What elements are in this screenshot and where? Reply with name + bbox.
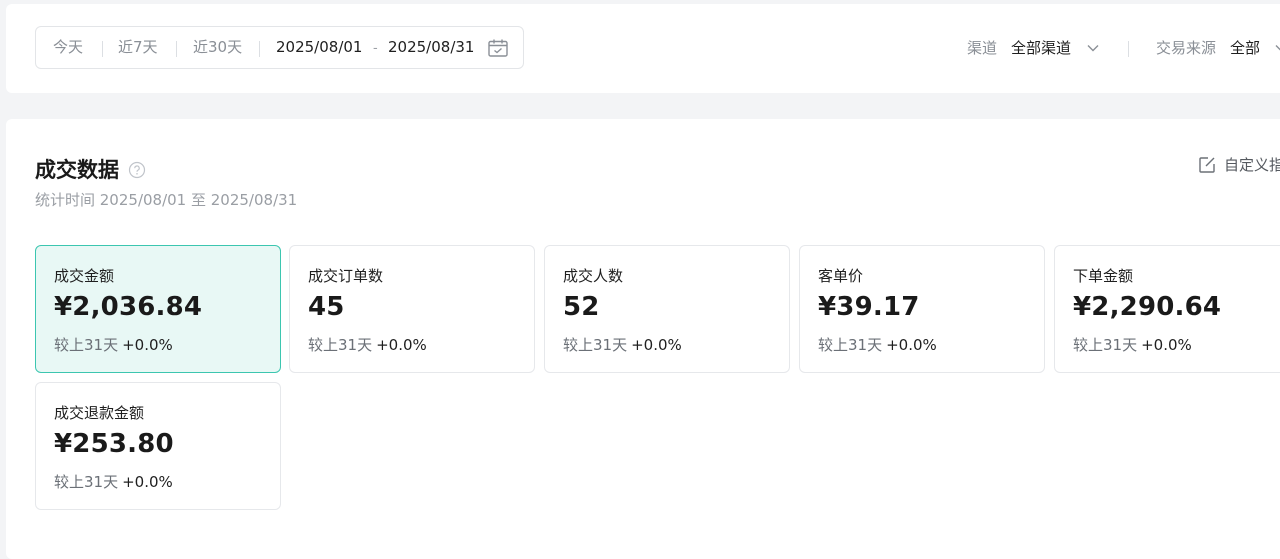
compare-delta: +0.0% [1141,336,1192,354]
metric-value: 52 [563,292,600,322]
source-label: 交易来源 [1156,39,1217,57]
metric-value: ¥39.17 [818,292,920,322]
stat-period: 统计时间 2025/08/01 至 2025/08/31 [35,191,298,209]
divider [176,41,177,57]
quick-range-today[interactable]: 今天 [53,27,83,68]
metric-compare: 较上31天 +0.0% [818,335,937,355]
metric-value: ¥253.80 [54,429,174,459]
metric-label: 客单价 [818,267,864,285]
compare-delta: +0.0% [886,336,937,354]
compare-prefix: 较上31天 [54,336,119,354]
source-select[interactable]: 全部 [1230,30,1260,66]
divider [259,41,260,57]
question-circle-icon[interactable] [128,161,146,179]
compare-prefix: 较上31天 [308,336,373,354]
metric-card-avg-order-value[interactable]: 客单价 ¥39.17 较上31天 +0.0% [799,245,1045,373]
date-range-picker[interactable]: 今天 近7天 近30天 2025/08/01 - 2025/08/31 [35,26,524,69]
compare-delta: +0.0% [122,473,173,491]
custom-metrics-label: 自定义指标 [1224,156,1280,174]
metric-value: ¥2,036.84 [54,292,203,322]
filter-bar: 今天 近7天 近30天 2025/08/01 - 2025/08/31 渠道 全… [6,4,1280,93]
metric-label: 成交退款金额 [54,404,145,422]
end-date-input[interactable]: 2025/08/31 [388,27,474,68]
start-date-input[interactable]: 2025/08/01 [276,27,362,68]
metric-compare: 较上31天 +0.0% [54,472,173,492]
date-separator: - [373,41,378,56]
metric-label: 成交订单数 [308,267,384,285]
metric-compare: 较上31天 +0.0% [563,335,682,355]
compare-delta: +0.0% [631,336,682,354]
quick-range-7-days[interactable]: 近7天 [118,27,158,68]
section-title: 成交数据 [35,158,119,182]
metric-label: 成交人数 [563,267,624,285]
channel-select[interactable]: 全部渠道 [1011,30,1071,66]
compare-prefix: 较上31天 [818,336,883,354]
calendar-icon[interactable] [488,39,508,57]
chevron-down-icon[interactable] [1086,41,1100,55]
metric-compare: 较上31天 +0.0% [308,335,427,355]
metric-label: 下单金额 [1073,267,1134,285]
metric-value: ¥2,290.64 [1073,292,1222,322]
compare-delta: +0.0% [122,336,173,354]
metric-compare: 较上31天 +0.0% [1073,335,1192,355]
metric-card-refund-amount[interactable]: 成交退款金额 ¥253.80 较上31天 +0.0% [35,382,281,510]
metric-card-transaction-amount[interactable]: 成交金额 ¥2,036.84 较上31天 +0.0% [35,245,281,373]
metric-label: 成交金额 [54,267,115,285]
compare-delta: +0.0% [376,336,427,354]
compare-prefix: 较上31天 [563,336,628,354]
divider [1128,41,1129,57]
edit-icon [1199,157,1215,173]
metric-card-order-amount[interactable]: 下单金额 ¥2,290.64 较上31天 +0.0% [1054,245,1280,373]
metric-compare: 较上31天 +0.0% [54,335,173,355]
compare-prefix: 较上31天 [1073,336,1138,354]
transaction-data-panel: 成交数据 统计时间 2025/08/01 至 2025/08/31 自定义指标 … [6,119,1280,559]
channel-label: 渠道 [967,39,998,57]
metric-card-order-count[interactable]: 成交订单数 45 较上31天 +0.0% [289,245,535,373]
divider [102,41,103,57]
quick-range-30-days[interactable]: 近30天 [193,27,242,68]
chevron-down-icon[interactable] [1274,41,1280,55]
compare-prefix: 较上31天 [54,473,119,491]
metric-card-buyer-count[interactable]: 成交人数 52 较上31天 +0.0% [544,245,790,373]
metric-value: 45 [308,292,345,322]
